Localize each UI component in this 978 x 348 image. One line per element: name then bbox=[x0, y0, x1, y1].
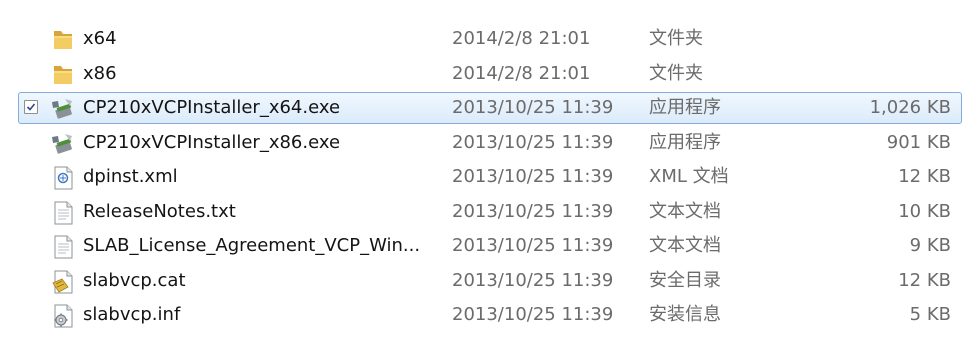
file-row[interactable]: x86 2014/2/8 21:01 文件夹 bbox=[18, 58, 962, 90]
text-file-icon bbox=[50, 234, 76, 260]
file-size: 9 KB bbox=[909, 235, 951, 256]
file-size: 1,026 KB bbox=[869, 97, 951, 118]
file-date: 2014/2/8 21:01 bbox=[452, 28, 591, 49]
file-name: slabvcp.inf bbox=[83, 304, 181, 325]
file-type: 安装信息 bbox=[649, 304, 721, 325]
file-size: 12 KB bbox=[898, 270, 951, 291]
file-type: 安全目录 bbox=[649, 270, 721, 291]
file-row[interactable]: x64 2014/2/8 21:01 文件夹 bbox=[18, 23, 962, 55]
file-date: 2014/2/8 21:01 bbox=[452, 63, 591, 84]
setup-info-icon bbox=[50, 303, 76, 329]
file-type: 文件夹 bbox=[649, 63, 703, 84]
file-row[interactable]: SLAB_License_Agreement_VCP_Win... 2013/1… bbox=[18, 230, 962, 262]
file-type: 文本文档 bbox=[649, 235, 721, 256]
file-name: dpinst.xml bbox=[83, 166, 178, 187]
file-date: 2013/10/25 11:39 bbox=[452, 304, 614, 325]
file-name: x64 bbox=[83, 28, 117, 49]
file-name: SLAB_License_Agreement_VCP_Win... bbox=[83, 235, 421, 256]
file-list: x64 2014/2/8 21:01 文件夹 x86 2014/2/8 21:0… bbox=[0, 0, 978, 348]
file-row[interactable]: slabvcp.inf 2013/10/25 11:39 安装信息 5 KB bbox=[18, 299, 962, 331]
file-size bbox=[831, 24, 951, 54]
file-size: 12 KB bbox=[898, 166, 951, 187]
file-size: 5 KB bbox=[909, 304, 951, 325]
file-date: 2013/10/25 11:39 bbox=[452, 97, 614, 118]
file-type: 文本文档 bbox=[649, 201, 721, 222]
file-size: 901 KB bbox=[886, 132, 951, 153]
installer-icon bbox=[50, 96, 76, 122]
file-size bbox=[831, 59, 951, 89]
installer-icon bbox=[50, 131, 76, 157]
file-date: 2013/10/25 11:39 bbox=[452, 270, 614, 291]
checkmark-icon bbox=[26, 103, 36, 111]
file-name: ReleaseNotes.txt bbox=[83, 201, 236, 222]
text-file-icon bbox=[50, 200, 76, 226]
file-date: 2013/10/25 11:39 bbox=[452, 235, 614, 256]
row-checkbox[interactable] bbox=[24, 100, 38, 114]
file-row[interactable]: CP210xVCPInstaller_x86.exe 2013/10/25 11… bbox=[18, 127, 962, 159]
file-type: 文件夹 bbox=[649, 28, 703, 49]
folder-icon bbox=[50, 62, 76, 88]
file-row[interactable]: dpinst.xml 2013/10/25 11:39 XML 文档 12 KB bbox=[18, 161, 962, 193]
file-date: 2013/10/25 11:39 bbox=[452, 201, 614, 222]
file-name: CP210xVCPInstaller_x86.exe bbox=[83, 132, 341, 153]
file-date: 2013/10/25 11:39 bbox=[452, 132, 614, 153]
file-type: 应用程序 bbox=[649, 132, 721, 153]
file-type: 应用程序 bbox=[649, 97, 721, 118]
file-row[interactable]: ReleaseNotes.txt 2013/10/25 11:39 文本文档 1… bbox=[18, 196, 962, 228]
file-name: x86 bbox=[83, 63, 117, 84]
file-type: XML 文档 bbox=[649, 166, 729, 187]
folder-icon bbox=[50, 27, 76, 53]
file-name: slabvcp.cat bbox=[83, 270, 186, 291]
file-date: 2013/10/25 11:39 bbox=[452, 166, 614, 187]
file-size: 10 KB bbox=[898, 201, 951, 222]
file-row[interactable]: slabvcp.cat 2013/10/25 11:39 安全目录 12 KB bbox=[18, 265, 962, 297]
security-catalog-icon bbox=[50, 269, 76, 295]
file-row-selected[interactable]: CP210xVCPInstaller_x64.exe 2013/10/25 11… bbox=[18, 92, 962, 124]
file-name: CP210xVCPInstaller_x64.exe bbox=[83, 97, 341, 118]
xml-file-icon bbox=[50, 165, 76, 191]
